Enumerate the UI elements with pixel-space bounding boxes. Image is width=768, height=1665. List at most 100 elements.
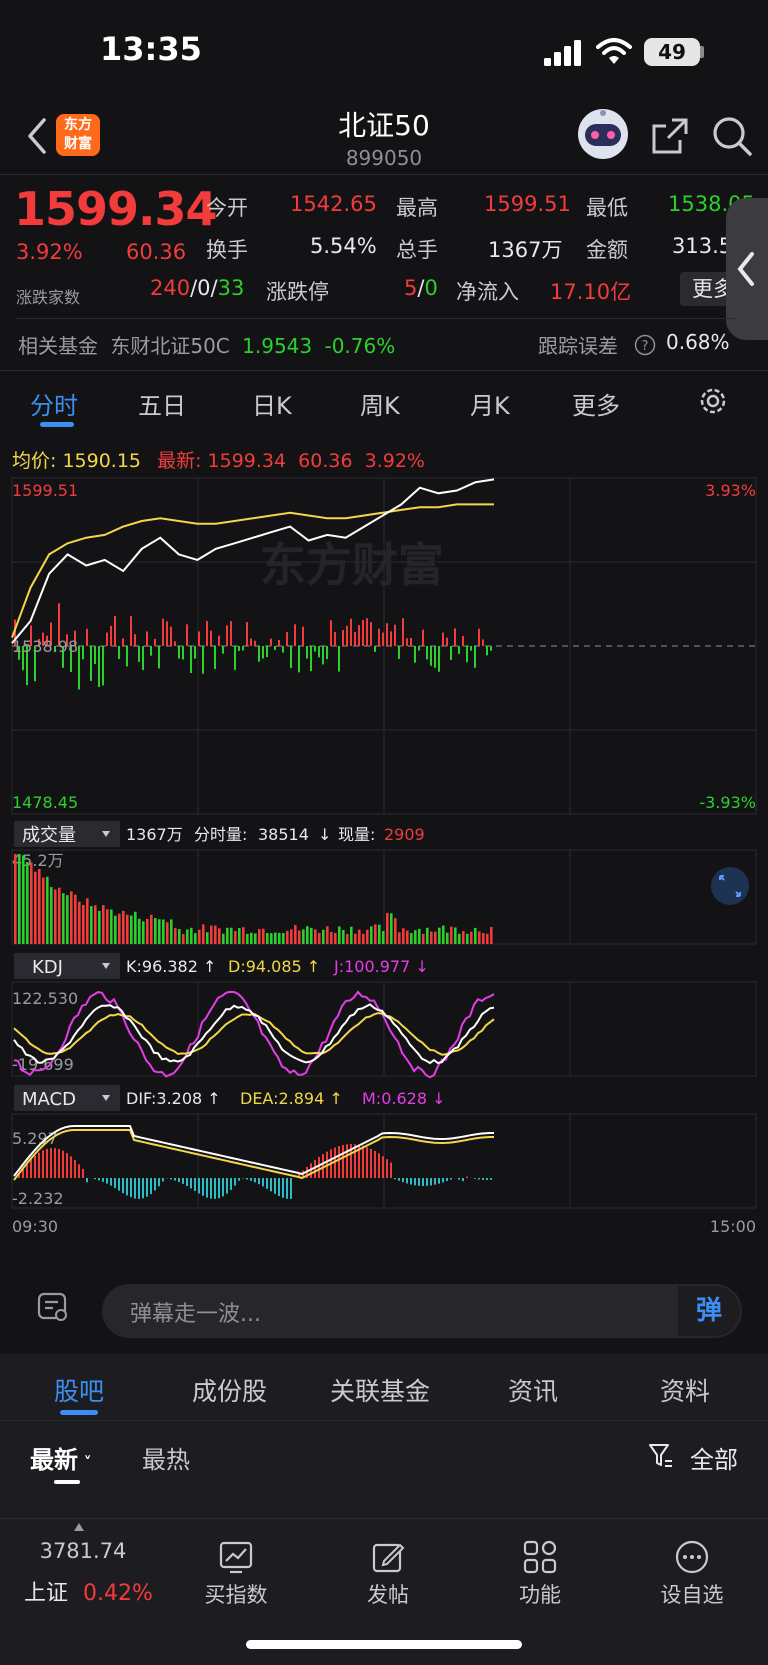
- macd-bar: [82, 1168, 84, 1178]
- macd-bar: [382, 1156, 384, 1178]
- tab-five-day[interactable]: 五日: [138, 386, 186, 421]
- index-name[interactable]: 上证 0.42%: [24, 1575, 153, 1607]
- volume-bar: [338, 926, 341, 944]
- grid-function-icon[interactable]: [522, 1539, 558, 1575]
- flow-bar: [182, 646, 184, 660]
- tab-profile[interactable]: 资料: [660, 1372, 710, 1408]
- macd-bar: [190, 1178, 192, 1189]
- flow-bar: [94, 646, 96, 665]
- volume-bar: [18, 854, 21, 944]
- search-icon[interactable]: [710, 114, 754, 158]
- expand-button[interactable]: [711, 867, 749, 905]
- kdj-selector[interactable]: KDJ: [32, 957, 63, 978]
- volume-bar: [462, 931, 465, 944]
- flow-bar: [330, 620, 332, 646]
- help-icon[interactable]: ?: [634, 334, 656, 356]
- macd-bar: [230, 1178, 232, 1190]
- flow-bar: [174, 641, 176, 646]
- flow-bar: [414, 646, 416, 663]
- chart-period-tabs: 分时 五日 日K 周K 月K 更多: [0, 372, 768, 432]
- flow-bar: [362, 620, 364, 646]
- flow-bar: [486, 646, 488, 656]
- macd-bar: [102, 1178, 104, 1182]
- related-fund-row[interactable]: 相关基金 东财北证50C 1.9543 -0.76%: [18, 330, 395, 359]
- netflow-value: 17.10亿: [550, 280, 632, 304]
- comment-settings-icon[interactable]: [36, 1290, 70, 1324]
- danmu-toggle-button[interactable]: 弹: [678, 1286, 740, 1336]
- macd-bar: [162, 1178, 164, 1182]
- tab-news[interactable]: 资讯: [508, 1372, 558, 1408]
- macd-bar: [354, 1144, 356, 1178]
- tab-monthly-k[interactable]: 月K: [470, 386, 510, 421]
- macd-bar: [66, 1153, 68, 1178]
- gear-icon[interactable]: [696, 384, 730, 418]
- macd-bar: [146, 1178, 148, 1197]
- volume-bar: [66, 895, 69, 944]
- flow-bar: [146, 631, 148, 646]
- y-top-label: 1599.51: [12, 481, 78, 500]
- more-dots-icon[interactable]: [674, 1539, 710, 1575]
- macd-bar: [390, 1162, 392, 1178]
- macd-bar: [74, 1160, 76, 1178]
- flow-bar: [434, 646, 436, 668]
- filter-all[interactable]: 全部: [690, 1440, 738, 1475]
- index-value[interactable]: 3781.74: [28, 1539, 138, 1563]
- macd-bar: [130, 1178, 132, 1198]
- volume-bar: [214, 925, 217, 944]
- volume-bar: [54, 889, 57, 944]
- buy-index-icon[interactable]: [218, 1539, 254, 1575]
- volume-label: 总手: [396, 238, 438, 262]
- volume-bar: [262, 928, 265, 944]
- volume-total: 1367万: [126, 825, 183, 844]
- nav-function[interactable]: 功能: [500, 1579, 580, 1609]
- volume-bar: [318, 932, 321, 944]
- tab-daily-k[interactable]: 日K: [252, 386, 292, 421]
- tab-constituents[interactable]: 成份股: [192, 1372, 267, 1408]
- flow-bar: [242, 646, 244, 651]
- fund-price: 1.9543: [242, 334, 313, 358]
- flow-bar: [114, 615, 116, 646]
- assistant-robot-icon[interactable]: [576, 108, 630, 160]
- nav-buy-index[interactable]: 买指数: [196, 1579, 276, 1609]
- macd-bar: [378, 1153, 380, 1178]
- volume-bar: [194, 933, 197, 944]
- volume-bar: [154, 918, 157, 944]
- flow-bar: [122, 638, 124, 646]
- edit-post-icon[interactable]: [370, 1539, 406, 1575]
- tab-intraday[interactable]: 分时: [30, 386, 78, 421]
- sort-newest[interactable]: 最新 ˅: [30, 1440, 92, 1475]
- volume-selector[interactable]: 成交量: [22, 825, 76, 846]
- flow-bar: [474, 646, 476, 668]
- flow-bar: [154, 638, 156, 646]
- flow-bar: [130, 616, 132, 646]
- status-time: 13:35: [100, 30, 202, 68]
- intraday-chart[interactable]: 东方财富 1599.51 1538.98 1478.45 3.93% -3.93…: [0, 436, 768, 1272]
- macd-bar: [54, 1148, 56, 1178]
- share-icon[interactable]: [648, 114, 692, 158]
- volume-bar: [350, 926, 353, 944]
- tab-weekly-k[interactable]: 周K: [360, 386, 400, 421]
- sort-hot[interactable]: 最热: [142, 1440, 190, 1475]
- volume-bar: [438, 927, 441, 944]
- macd-bar: [138, 1178, 140, 1199]
- filter-icon[interactable]: [648, 1441, 674, 1471]
- flow-bar: [142, 646, 144, 671]
- tab-guba[interactable]: 股吧: [54, 1372, 104, 1408]
- flat-count: 0: [197, 276, 211, 300]
- macd-bar: [122, 1178, 124, 1194]
- volume-bar: [114, 915, 117, 944]
- macd-bar: [434, 1178, 436, 1185]
- nav-add-watchlist[interactable]: 设自选: [652, 1579, 732, 1609]
- nav-post[interactable]: 发帖: [348, 1579, 428, 1609]
- volume-bar: [334, 932, 337, 944]
- tab-more[interactable]: 更多: [572, 386, 620, 421]
- macd-dea: DEA:2.894 ↑: [240, 1089, 343, 1108]
- macd-bar: [414, 1178, 416, 1186]
- tracking-error-value: 0.68%: [666, 330, 730, 354]
- macd-selector[interactable]: MACD: [22, 1089, 76, 1110]
- macd-bar: [278, 1178, 280, 1197]
- volume-bar: [266, 933, 269, 944]
- volume-bar: [122, 910, 125, 944]
- flow-bar: [418, 646, 420, 651]
- tab-related-funds[interactable]: 关联基金: [330, 1372, 430, 1408]
